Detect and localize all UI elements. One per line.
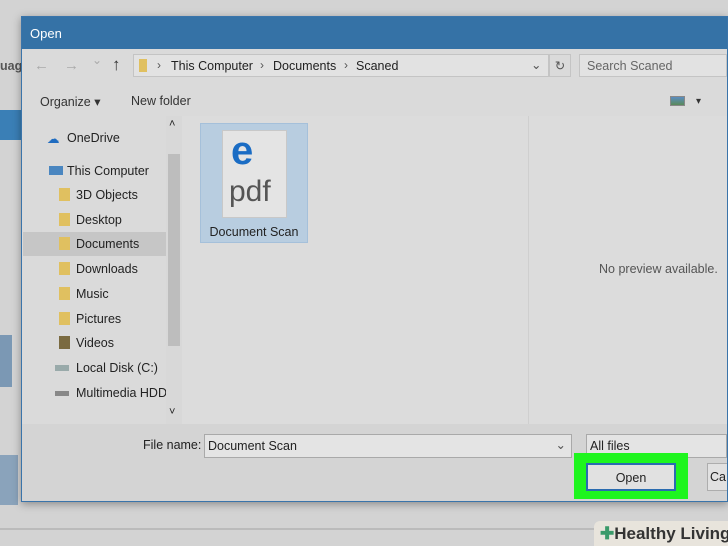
nav-item-3d-objects[interactable]: 3D Objects <box>23 183 166 207</box>
refresh-button[interactable]: ↻ <box>549 54 571 77</box>
file-name-label: Document Scan <box>209 225 299 239</box>
navigation-pane: ☁ OneDrive This Computer 3D Objects Deskt… <box>23 116 167 424</box>
nav-item-documents[interactable]: Documents <box>23 232 166 256</box>
watermark-logo: ✚Healthy Living <box>594 521 728 546</box>
nav-item-pictures[interactable]: Pictures <box>23 307 166 331</box>
plus-leaf-icon: ✚ <box>600 524 615 543</box>
recent-locations-button[interactable]: ⌄ <box>92 53 102 67</box>
nav-item-music[interactable]: Music <box>23 282 166 306</box>
cancel-button[interactable]: Ca <box>707 463 727 491</box>
background-block <box>0 455 18 505</box>
nav-item-desktop[interactable]: Desktop <box>23 208 166 232</box>
onedrive-icon: ☁ <box>47 132 60 146</box>
nav-item-local-disk[interactable]: Local Disk (C:) <box>23 356 166 380</box>
breadcrumb-this-computer[interactable]: This Computer <box>171 59 253 73</box>
folder-desktop-icon <box>59 213 70 226</box>
background-blue-block <box>0 110 21 140</box>
scroll-down-button[interactable]: ˅ <box>169 406 175 418</box>
file-name-dropdown-icon[interactable]: ⌄ <box>556 437 566 452</box>
file-list: e pdf Document Scan <box>182 116 528 424</box>
folder-music-icon <box>59 287 70 300</box>
file-name-input[interactable]: Document Scan ⌄ <box>204 434 572 458</box>
up-button[interactable]: ↑ <box>112 55 121 75</box>
folder-icon <box>139 59 147 72</box>
drive-icon <box>55 391 69 396</box>
scrollbar-thumb[interactable] <box>168 154 180 346</box>
new-folder-button[interactable]: New folder <box>131 94 191 108</box>
computer-icon <box>49 166 63 175</box>
dialog-footer: File name: Document Scan ⌄ All files Ope… <box>22 424 727 501</box>
breadcrumb-documents[interactable]: Documents <box>273 59 336 73</box>
dialog-title: Open <box>22 17 727 49</box>
preview-pane: No preview available. <box>528 116 727 424</box>
nav-item-downloads[interactable]: Downloads <box>23 257 166 281</box>
back-button[interactable]: ← <box>34 57 49 74</box>
drive-icon <box>55 365 69 371</box>
file-name-value: Document Scan <box>208 439 297 453</box>
open-button[interactable]: Open <box>586 463 676 491</box>
folder-videos-icon <box>59 336 70 349</box>
folder-downloads-icon <box>59 262 70 275</box>
breadcrumb-scaned[interactable]: Scaned <box>356 59 398 73</box>
folder-pictures-icon <box>59 312 70 325</box>
view-dropdown[interactable]: ▾ <box>696 96 701 107</box>
file-item-document-scan[interactable]: e pdf Document Scan <box>200 123 308 243</box>
pdf-file-icon: e pdf <box>222 129 287 218</box>
address-bar[interactable]: › This Computer › Documents › Scaned ⌄ <box>133 54 549 77</box>
nav-item-this-computer[interactable]: This Computer <box>23 159 166 183</box>
search-input[interactable]: Search Scaned <box>579 54 727 77</box>
watermark-text: Healthy Living <box>614 524 728 543</box>
nav-item-multimedia-hdd[interactable]: Multimedia HDD <box>23 381 167 405</box>
no-preview-text: No preview available. <box>599 262 718 276</box>
address-dropdown-icon[interactable]: ⌄ <box>531 57 541 72</box>
folder-documents-icon <box>59 237 70 250</box>
nav-item-videos[interactable]: Videos <box>23 331 166 355</box>
folder-3d-icon <box>59 188 70 201</box>
background-block <box>0 335 12 387</box>
nav-item-onedrive[interactable]: ☁ OneDrive <box>23 126 166 150</box>
file-name-field-label: File name: <box>143 438 202 452</box>
nav-pane-scrollbar[interactable]: ˄ ˅ <box>166 116 182 424</box>
background-text: uag <box>0 59 23 73</box>
forward-button[interactable]: → <box>64 57 79 74</box>
open-file-dialog: Open ← → ⌄ ↑ › This Computer › Documents… <box>21 16 728 502</box>
view-icon[interactable] <box>670 96 685 106</box>
scroll-up-button[interactable]: ˄ <box>169 118 175 130</box>
organize-button[interactable]: Organize ▾ <box>40 94 100 109</box>
